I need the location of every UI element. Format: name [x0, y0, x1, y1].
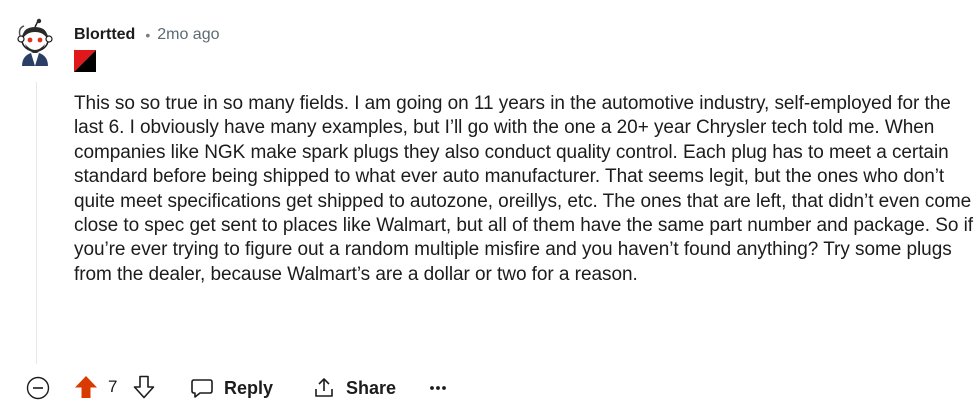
- upvote-button[interactable]: [74, 374, 98, 400]
- more-options-button[interactable]: [428, 380, 448, 394]
- share-label: Share: [346, 377, 397, 398]
- timestamp[interactable]: 2mo ago: [157, 26, 219, 44]
- user-flair: [74, 50, 96, 72]
- arrow-down-icon: [133, 375, 155, 399]
- snoo-avatar-icon: [17, 18, 53, 66]
- avatar[interactable]: [14, 18, 56, 68]
- downvote-button[interactable]: [132, 374, 156, 400]
- speech-bubble-icon: [191, 379, 213, 398]
- ellipsis-icon: [430, 386, 446, 390]
- comment-header: Blortted • 2mo ago: [74, 24, 220, 46]
- share-icon: [315, 378, 333, 397]
- action-bar: 7 Reply Share: [0, 372, 980, 404]
- vote-score: 7: [108, 377, 118, 396]
- minus-circle-icon: [26, 376, 50, 400]
- separator-dot: •: [145, 27, 151, 43]
- arrow-up-icon: [75, 376, 97, 398]
- reply-label: Reply: [224, 377, 274, 398]
- comment-paragraph: This so so true in so many fields. I am …: [74, 93, 974, 285]
- flair-icon: [74, 50, 96, 72]
- comment-body: This so so true in so many fields. I am …: [74, 92, 974, 287]
- share-button[interactable]: Share: [312, 375, 396, 401]
- username[interactable]: Blortted: [74, 26, 135, 44]
- thread-line[interactable]: [36, 82, 37, 364]
- collapse-button[interactable]: [26, 376, 50, 400]
- reply-button[interactable]: Reply: [190, 375, 273, 401]
